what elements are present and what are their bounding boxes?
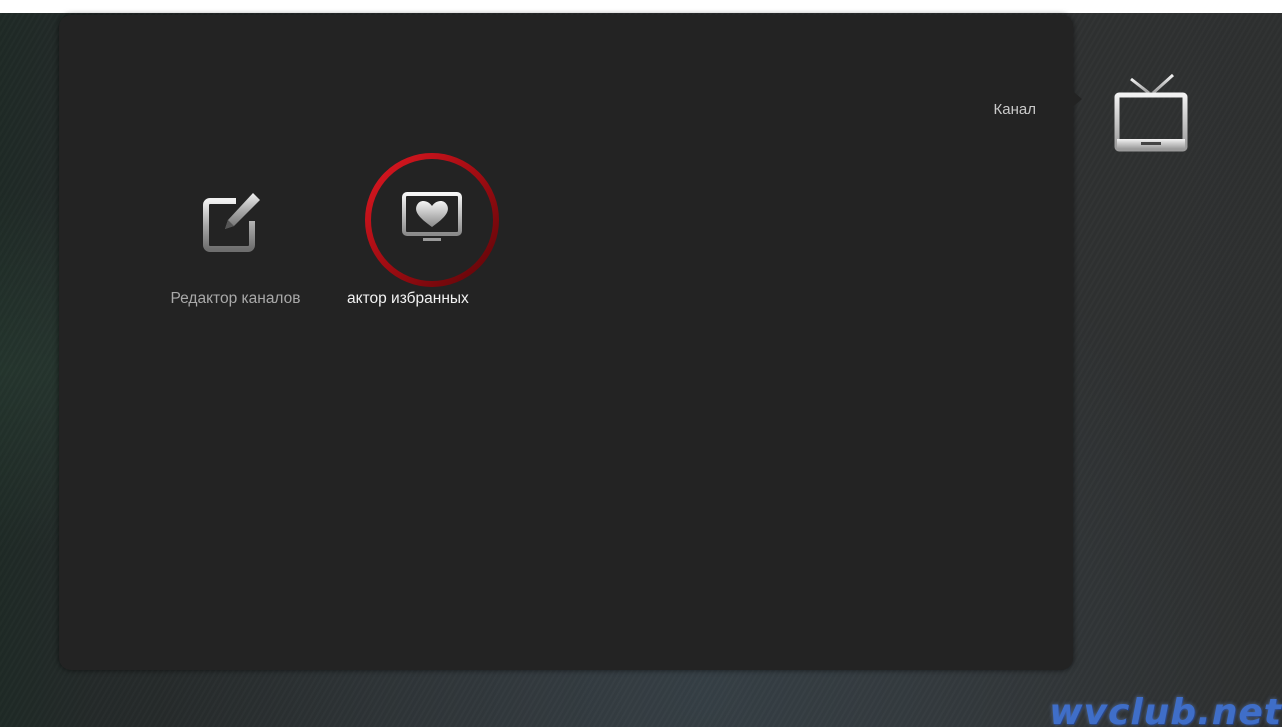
screen: Редактор каналов актор избранных Канал w… [0, 0, 1282, 727]
menu-item-label: Редактор каналов [170, 290, 301, 307]
edit-icon [203, 193, 260, 252]
tv-icon [1114, 73, 1188, 152]
top-strip [0, 0, 1282, 13]
favorites-tv-icon [402, 192, 462, 241]
menu-item-favorites-editor[interactable]: актор избранных [339, 151, 519, 321]
panel-pointer [1068, 87, 1082, 111]
menu-panel: Редактор каналов актор избранных [59, 15, 1073, 670]
watermark: wvclub.net [1049, 692, 1282, 727]
menu-item-label: актор избранных [347, 290, 469, 307]
category-label: Канал [993, 101, 1036, 118]
menu-item-channel-editor[interactable]: Редактор каналов [143, 183, 328, 323]
